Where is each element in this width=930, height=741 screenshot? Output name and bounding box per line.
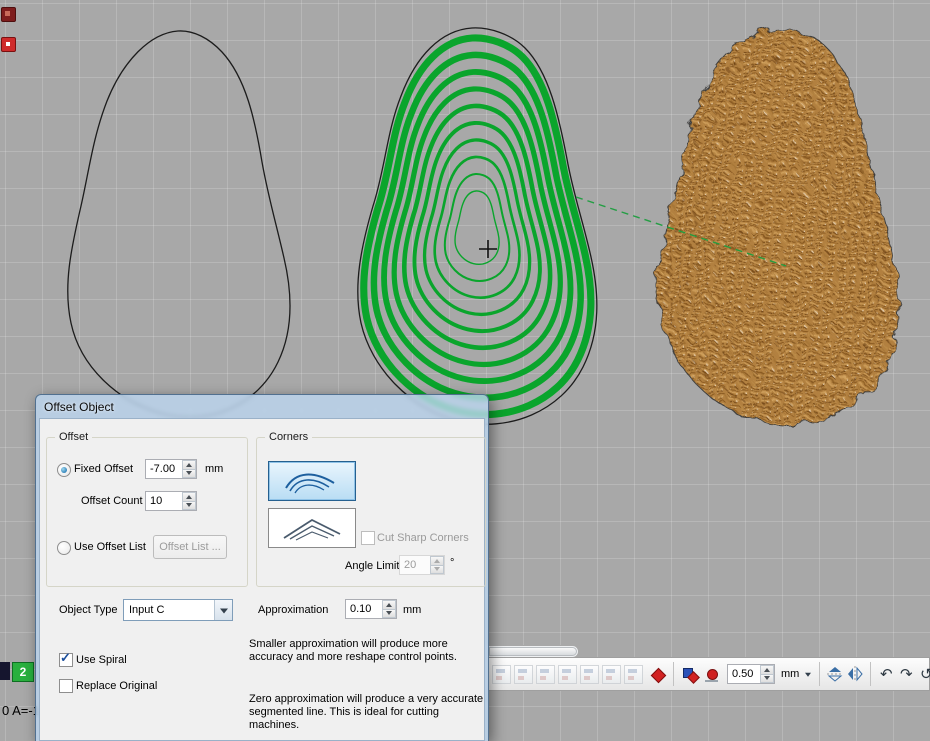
replace-original-label: Replace Original — [76, 680, 157, 692]
toolbar-icon-3[interactable] — [536, 665, 555, 684]
offset-count-spin-buttons[interactable] — [182, 492, 196, 510]
spin-down-icon[interactable] — [182, 470, 196, 479]
approximation-input[interactable]: 0.10 — [345, 599, 397, 619]
flip-horizontal-button[interactable] — [845, 664, 865, 684]
spin-down-icon[interactable] — [760, 675, 774, 684]
transform-toolbar: 0.50 mm ↶ ↷ ↺ ↻ — [487, 657, 930, 691]
dialog-titlebar[interactable]: Offset Object — [36, 395, 488, 418]
use-offset-list-radio[interactable] — [57, 541, 71, 555]
spin-up-icon[interactable] — [182, 492, 196, 502]
rotate-left-icon: ↶ — [880, 665, 893, 683]
approximation-label: Approximation — [258, 604, 328, 616]
toolbar-separator — [819, 662, 820, 686]
toolbar-icon-1[interactable] — [492, 665, 511, 684]
fixed-offset-unit: mm — [205, 463, 223, 475]
spin-up-icon[interactable] — [382, 600, 396, 610]
rounded-corners-icon — [280, 467, 344, 495]
outline-width-spin-buttons[interactable] — [760, 665, 774, 683]
offset-group: Offset Fixed Offset -7.00 mm Offset Coun… — [46, 437, 248, 587]
corners-group-label: Corners — [265, 431, 312, 443]
dialog-body: Offset Fixed Offset -7.00 mm Offset Coun… — [39, 418, 485, 741]
flip-vertical-button[interactable] — [825, 664, 845, 684]
corners-group: Corners Cut Sharp Corners Angle Limit — [256, 437, 486, 587]
rotate-90-ccw-icon: ↺ — [920, 665, 930, 683]
toolbar-icon-2[interactable] — [514, 665, 533, 684]
dialog-title: Offset Object — [44, 400, 114, 414]
offset-count-value[interactable]: 10 — [146, 492, 182, 510]
use-spiral-label: Use Spiral — [76, 654, 127, 666]
fixed-offset-spin-buttons[interactable] — [182, 460, 196, 478]
toolbar-icon-4[interactable] — [558, 665, 577, 684]
approximation-note-2: Zero approximation will produce a very a… — [249, 693, 487, 732]
offset-count-label: Offset Count — [81, 495, 143, 507]
spin-up-icon[interactable] — [182, 460, 196, 470]
outline-width-value[interactable]: 0.50 — [728, 665, 760, 683]
fixed-offset-value[interactable]: -7.00 — [146, 460, 182, 478]
spin-down-icon[interactable] — [382, 610, 396, 619]
color-chip-2[interactable]: 2 — [12, 662, 34, 682]
unit-dropdown-icon[interactable] — [801, 666, 814, 682]
rotate-left-button[interactable]: ↶ — [876, 664, 896, 684]
toolbar-icon-6[interactable] — [602, 665, 621, 684]
rounded-corners-button[interactable] — [268, 461, 356, 501]
flip-horizontal-icon — [846, 665, 864, 683]
toolbar-icon-5[interactable] — [580, 665, 599, 684]
offset-list-button[interactable]: Offset List ... — [153, 535, 227, 559]
rotate-right-button[interactable]: ↷ — [896, 664, 916, 684]
offset-object-dialog: Offset Object Offset Fixed Offset -7.00 … — [35, 394, 489, 741]
offset-count-input[interactable]: 10 — [145, 491, 197, 511]
cut-sharp-corners-checkbox[interactable] — [361, 531, 375, 545]
unit-label: mm — [781, 668, 799, 680]
angle-limit-unit: ° — [450, 557, 454, 569]
approximation-note-1: Smaller approximation will produce more … — [249, 638, 481, 664]
flip-vertical-icon — [826, 665, 844, 683]
offset-preview-shape[interactable] — [358, 28, 597, 424]
color-chip-1[interactable] — [0, 662, 10, 680]
angle-limit-value[interactable]: 20 — [400, 556, 430, 574]
dropdown-arrow-icon[interactable] — [214, 600, 232, 620]
toolbar-icon-7[interactable] — [624, 665, 643, 684]
offset-group-label: Offset — [55, 431, 92, 443]
edge-toolbar-icon-2[interactable] — [1, 37, 16, 52]
angle-limit-spin-buttons[interactable] — [430, 556, 444, 574]
toolbar-separator — [673, 662, 674, 686]
approximation-unit: mm — [403, 604, 421, 616]
toolbar-separator — [870, 662, 871, 686]
rotate-right-icon: ↷ — [900, 665, 913, 683]
outline-width-input[interactable]: 0.50 — [727, 664, 775, 684]
blue-square-red-diamond-icon[interactable] — [681, 665, 699, 683]
object-type-value: Input C — [124, 600, 214, 620]
use-offset-list-label: Use Offset List — [74, 541, 146, 553]
angle-limit-input[interactable]: 20 — [399, 555, 445, 575]
red-diamond-icon[interactable] — [648, 665, 666, 683]
sharp-corners-icon — [280, 514, 344, 542]
spin-down-icon[interactable] — [182, 502, 196, 511]
object-type-label: Object Type — [59, 604, 118, 616]
outline-shape[interactable] — [68, 31, 290, 417]
spin-up-icon[interactable] — [430, 556, 444, 566]
rotate-90-ccw-button[interactable]: ↺ — [916, 664, 930, 684]
scrollbar-thumb[interactable] — [489, 647, 577, 656]
fixed-offset-input[interactable]: -7.00 — [145, 459, 197, 479]
approximation-spin-buttons[interactable] — [382, 600, 396, 618]
red-circle-icon[interactable] — [703, 665, 721, 683]
approximation-value[interactable]: 0.10 — [346, 600, 382, 618]
spin-down-icon[interactable] — [430, 566, 444, 575]
angle-limit-label: Angle Limit — [345, 560, 399, 572]
edge-toolbar-icon-1[interactable] — [1, 7, 16, 22]
fixed-offset-radio[interactable] — [57, 463, 71, 477]
fixed-offset-label: Fixed Offset — [74, 463, 133, 475]
replace-original-checkbox[interactable] — [59, 679, 73, 693]
stitched-shape[interactable] — [658, 30, 898, 425]
use-spiral-checkbox[interactable] — [59, 653, 73, 667]
cut-sharp-corners-label: Cut Sharp Corners — [377, 532, 469, 544]
spin-up-icon[interactable] — [760, 665, 774, 675]
crosshair-cursor-icon — [479, 240, 497, 258]
sharp-corners-button[interactable] — [268, 508, 356, 548]
object-type-select[interactable]: Input C — [123, 599, 233, 621]
